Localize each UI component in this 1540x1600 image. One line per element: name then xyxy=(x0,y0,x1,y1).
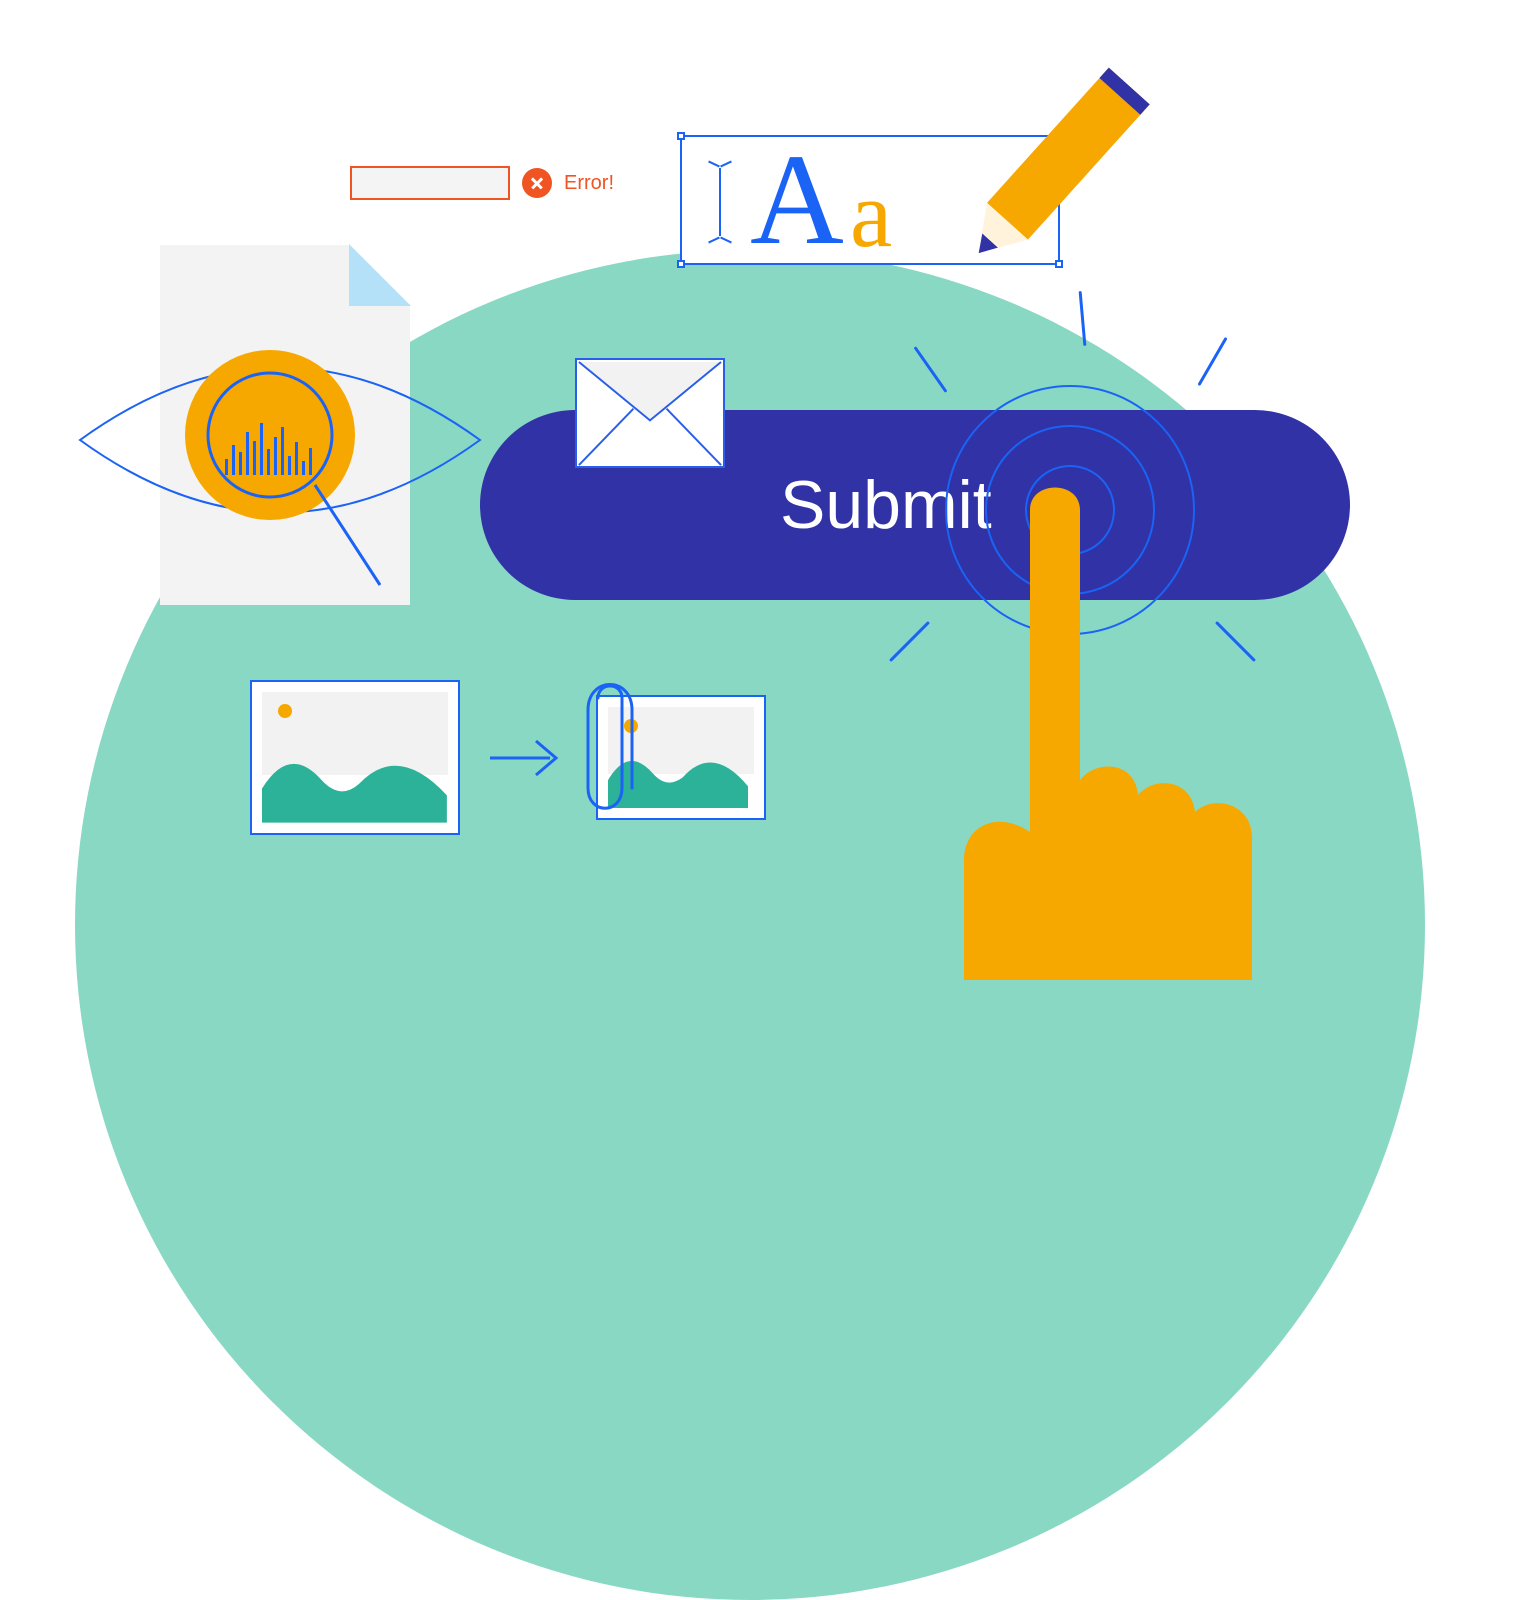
error-input[interactable] xyxy=(350,166,510,200)
magnifier-icon xyxy=(175,325,395,625)
error-close-icon xyxy=(522,168,552,198)
sample-letter-upper: A xyxy=(750,125,844,275)
paperclip-icon xyxy=(578,670,638,820)
error-label: Error! xyxy=(564,172,614,195)
image-thumbnail-large xyxy=(250,680,460,835)
error-field-group: Error! xyxy=(350,166,614,200)
arrow-right-icon xyxy=(488,733,568,783)
pointer-hand-icon xyxy=(880,440,1360,980)
burst-line xyxy=(1197,337,1227,386)
envelope-icon xyxy=(575,358,725,468)
bar-chart-icon xyxy=(225,420,320,475)
sample-letter-lower: a xyxy=(850,159,892,269)
text-edit-box[interactable]: A a xyxy=(680,135,1060,265)
image-resize-group xyxy=(250,680,766,835)
text-cursor-icon xyxy=(705,163,735,241)
